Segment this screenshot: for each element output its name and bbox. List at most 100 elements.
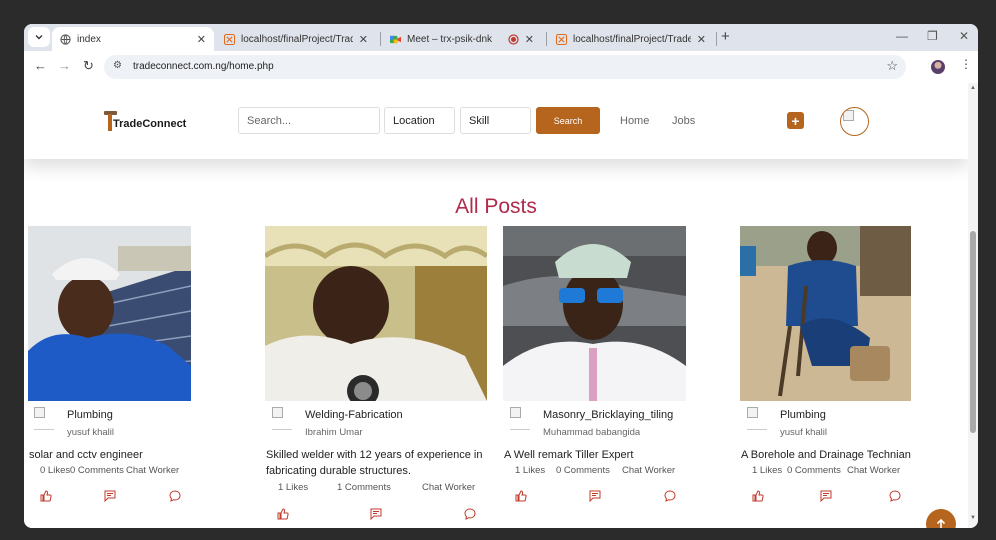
- post-image[interactable]: [740, 226, 911, 401]
- tab-strip: index ✕ localhost/finalProject/TradeCon …: [24, 24, 978, 51]
- xampp-icon: [224, 33, 235, 45]
- broken-image-icon: [843, 110, 854, 121]
- scroll-down-arrow[interactable]: ▼: [970, 515, 976, 521]
- user-avatar[interactable]: [840, 107, 869, 136]
- like-icon[interactable]: [515, 490, 527, 502]
- like-icon[interactable]: [40, 490, 52, 502]
- close-icon[interactable]: ✕: [697, 33, 706, 46]
- tab-separator: [716, 32, 717, 46]
- site-header: TradeConnect Location Skill Search Home …: [24, 83, 968, 159]
- tab-title: index: [77, 33, 101, 45]
- author-avatar[interactable]: [747, 407, 767, 431]
- post-comments: 0 Comments: [70, 465, 124, 476]
- post-username[interactable]: Ibrahim Umar: [305, 427, 363, 438]
- back-to-top-button[interactable]: [926, 509, 956, 528]
- chat-worker-link[interactable]: Chat Worker: [847, 465, 900, 476]
- author-avatar[interactable]: [34, 407, 54, 431]
- nav-jobs[interactable]: Jobs: [672, 115, 695, 127]
- post-image[interactable]: [503, 226, 686, 401]
- globe-icon: [60, 33, 71, 45]
- close-icon[interactable]: ✕: [525, 33, 534, 46]
- tab-title: localhost/finalProject/TradeCon: [573, 33, 691, 45]
- avatar-underline: [272, 429, 292, 430]
- meet-icon: [390, 35, 401, 43]
- avatar-underline: [34, 429, 54, 430]
- author-avatar[interactable]: [272, 407, 292, 431]
- tab-localhost-1[interactable]: localhost/finalProject/TradeCon ✕: [216, 27, 376, 51]
- tab-index[interactable]: index ✕: [52, 27, 214, 51]
- brand-name: TradeConnect: [113, 118, 187, 130]
- address-bar[interactable]: ⚙ tradeconnect.com.ng/home.php ☆: [104, 55, 906, 79]
- post-username[interactable]: Muhammad babangida: [543, 427, 640, 438]
- tab-separator: [546, 32, 547, 46]
- scrollbar-thumb[interactable]: [970, 231, 976, 433]
- post-category: Plumbing: [67, 409, 113, 421]
- site-logo[interactable]: TradeConnect: [104, 110, 194, 132]
- recording-icon: [508, 33, 519, 45]
- browser-menu-icon[interactable]: ⋮: [960, 57, 972, 71]
- tab-meet[interactable]: Meet – trx-psik-dnk ✕: [382, 27, 542, 51]
- post-image[interactable]: [265, 226, 487, 401]
- location-select[interactable]: Location: [384, 107, 455, 134]
- post-likes: 1 Likes: [752, 465, 783, 476]
- site-settings-icon[interactable]: ⚙: [113, 60, 122, 71]
- comment-icon[interactable]: [820, 490, 832, 502]
- nav-home[interactable]: Home: [620, 115, 649, 127]
- tab-search-button[interactable]: [28, 27, 50, 47]
- minimize-button[interactable]: —: [896, 29, 908, 43]
- chat-icon[interactable]: [169, 490, 181, 502]
- scroll-up-arrow[interactable]: ▲: [970, 85, 976, 91]
- back-button[interactable]: ←: [34, 58, 47, 73]
- chat-icon[interactable]: [464, 508, 476, 520]
- close-icon[interactable]: ✕: [359, 33, 368, 46]
- post-description: solar and cctv engineer: [29, 449, 143, 461]
- chat-icon[interactable]: [664, 490, 676, 502]
- url-text: tradeconnect.com.ng/home.php: [133, 61, 274, 72]
- post-likes: 1 Likes: [515, 465, 546, 476]
- page-scrollbar[interactable]: ▲ ▼: [968, 83, 978, 528]
- reload-button[interactable]: ↻: [83, 58, 94, 74]
- chat-worker-link[interactable]: Chat Worker: [422, 482, 475, 493]
- broken-image-icon: [34, 407, 45, 418]
- tab-title: Meet – trx-psik-dnk: [407, 33, 493, 45]
- comment-icon[interactable]: [589, 490, 601, 502]
- author-avatar[interactable]: [510, 407, 530, 431]
- browser-toolbar: ← → ↻ ⚙ tradeconnect.com.ng/home.php ☆ ⋮: [24, 51, 978, 83]
- post-category: Masonry_Bricklaying_tiling: [543, 409, 674, 421]
- bookmark-star-icon[interactable]: ☆: [886, 58, 898, 74]
- like-icon[interactable]: [277, 508, 289, 520]
- forward-button[interactable]: →: [58, 58, 71, 73]
- avatar-underline: [747, 429, 767, 430]
- post-description: A Well remark Tiller Expert: [504, 449, 634, 461]
- restore-button[interactable]: ❐: [927, 29, 938, 43]
- arrow-up-icon: [936, 518, 946, 528]
- post-likes: 1 Likes: [278, 482, 309, 493]
- tab-localhost-2[interactable]: localhost/finalProject/TradeCon ✕: [548, 27, 714, 51]
- post-description: Skilled welder with 12 years of experien…: [266, 449, 483, 477]
- profile-avatar[interactable]: [931, 60, 945, 74]
- post-username[interactable]: yusuf khalil: [780, 427, 827, 438]
- post-image[interactable]: [28, 226, 191, 401]
- broken-image-icon: [272, 407, 283, 418]
- broken-image-icon: [510, 407, 521, 418]
- window-close-button[interactable]: ✕: [959, 29, 969, 43]
- tab-separator: [380, 32, 381, 46]
- browser-window: index ✕ localhost/finalProject/TradeCon …: [24, 24, 978, 528]
- post-username[interactable]: yusuf khalil: [67, 427, 114, 438]
- skill-select[interactable]: Skill: [460, 107, 531, 134]
- post-description: A Borehole and Drainage Technian: [741, 449, 911, 461]
- comment-icon[interactable]: [104, 490, 116, 502]
- search-button[interactable]: Search: [536, 107, 600, 134]
- new-tab-button[interactable]: +: [721, 28, 730, 45]
- chat-worker-link[interactable]: Chat Worker: [622, 465, 675, 476]
- close-icon[interactable]: ✕: [197, 33, 206, 46]
- avatar-underline: [510, 429, 530, 430]
- post-comments: 1 Comments: [337, 482, 391, 493]
- add-post-button[interactable]: +: [787, 112, 804, 129]
- like-icon[interactable]: [752, 490, 764, 502]
- post-comments: 0 Comments: [787, 465, 841, 476]
- chat-icon[interactable]: [889, 490, 901, 502]
- chat-worker-link[interactable]: Chat Worker: [126, 465, 179, 476]
- comment-icon[interactable]: [370, 508, 382, 520]
- search-input[interactable]: [238, 107, 380, 134]
